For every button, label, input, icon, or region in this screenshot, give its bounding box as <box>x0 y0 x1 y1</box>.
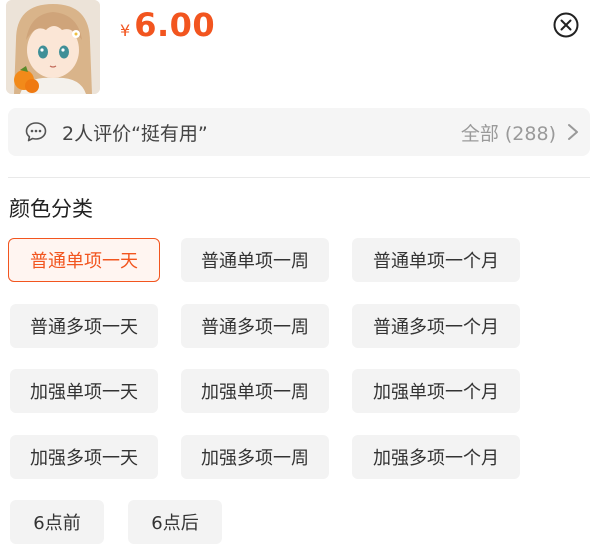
option-chip[interactable]: 加强单项一周 <box>181 369 329 413</box>
option-chip[interactable]: 加强多项一周 <box>181 435 329 479</box>
close-button[interactable] <box>552 11 580 39</box>
section-divider <box>8 177 590 178</box>
option-chip[interactable]: 普通多项一个月 <box>352 304 520 348</box>
option-chip[interactable]: 普通单项一天 <box>8 238 160 282</box>
section-title-color-category: 颜色分类 <box>9 197 93 221</box>
option-chip[interactable]: 普通多项一周 <box>181 304 329 348</box>
review-summary-text: 2人评价“挺有用” <box>62 122 208 145</box>
option-chip[interactable]: 加强单项一个月 <box>352 369 520 413</box>
chat-bubble-icon <box>25 122 47 142</box>
option-chip[interactable]: 普通多项一天 <box>10 304 158 348</box>
option-chip[interactable]: 普通单项一个月 <box>352 238 520 282</box>
review-all-link[interactable]: 全部 (288) <box>461 119 556 146</box>
close-circle-icon <box>553 12 579 38</box>
price-amount: 6.00 <box>134 6 216 44</box>
review-summary-bar[interactable]: 2人评价“挺有用” 全部 (288) <box>8 108 590 156</box>
currency-symbol: ¥ <box>120 21 131 40</box>
chevron-right-icon <box>568 124 578 140</box>
anime-girl-thumbnail <box>6 0 100 94</box>
option-chip[interactable]: 6点前 <box>10 500 104 544</box>
option-chip[interactable]: 普通单项一周 <box>181 238 329 282</box>
product-thumbnail[interactable] <box>6 0 100 94</box>
option-chip[interactable]: 加强单项一天 <box>10 369 158 413</box>
product-price: ¥ 6.00 <box>120 6 215 44</box>
option-chip[interactable]: 加强多项一个月 <box>352 435 520 479</box>
option-chip[interactable]: 6点后 <box>128 500 222 544</box>
option-chip[interactable]: 加强多项一天 <box>10 435 158 479</box>
